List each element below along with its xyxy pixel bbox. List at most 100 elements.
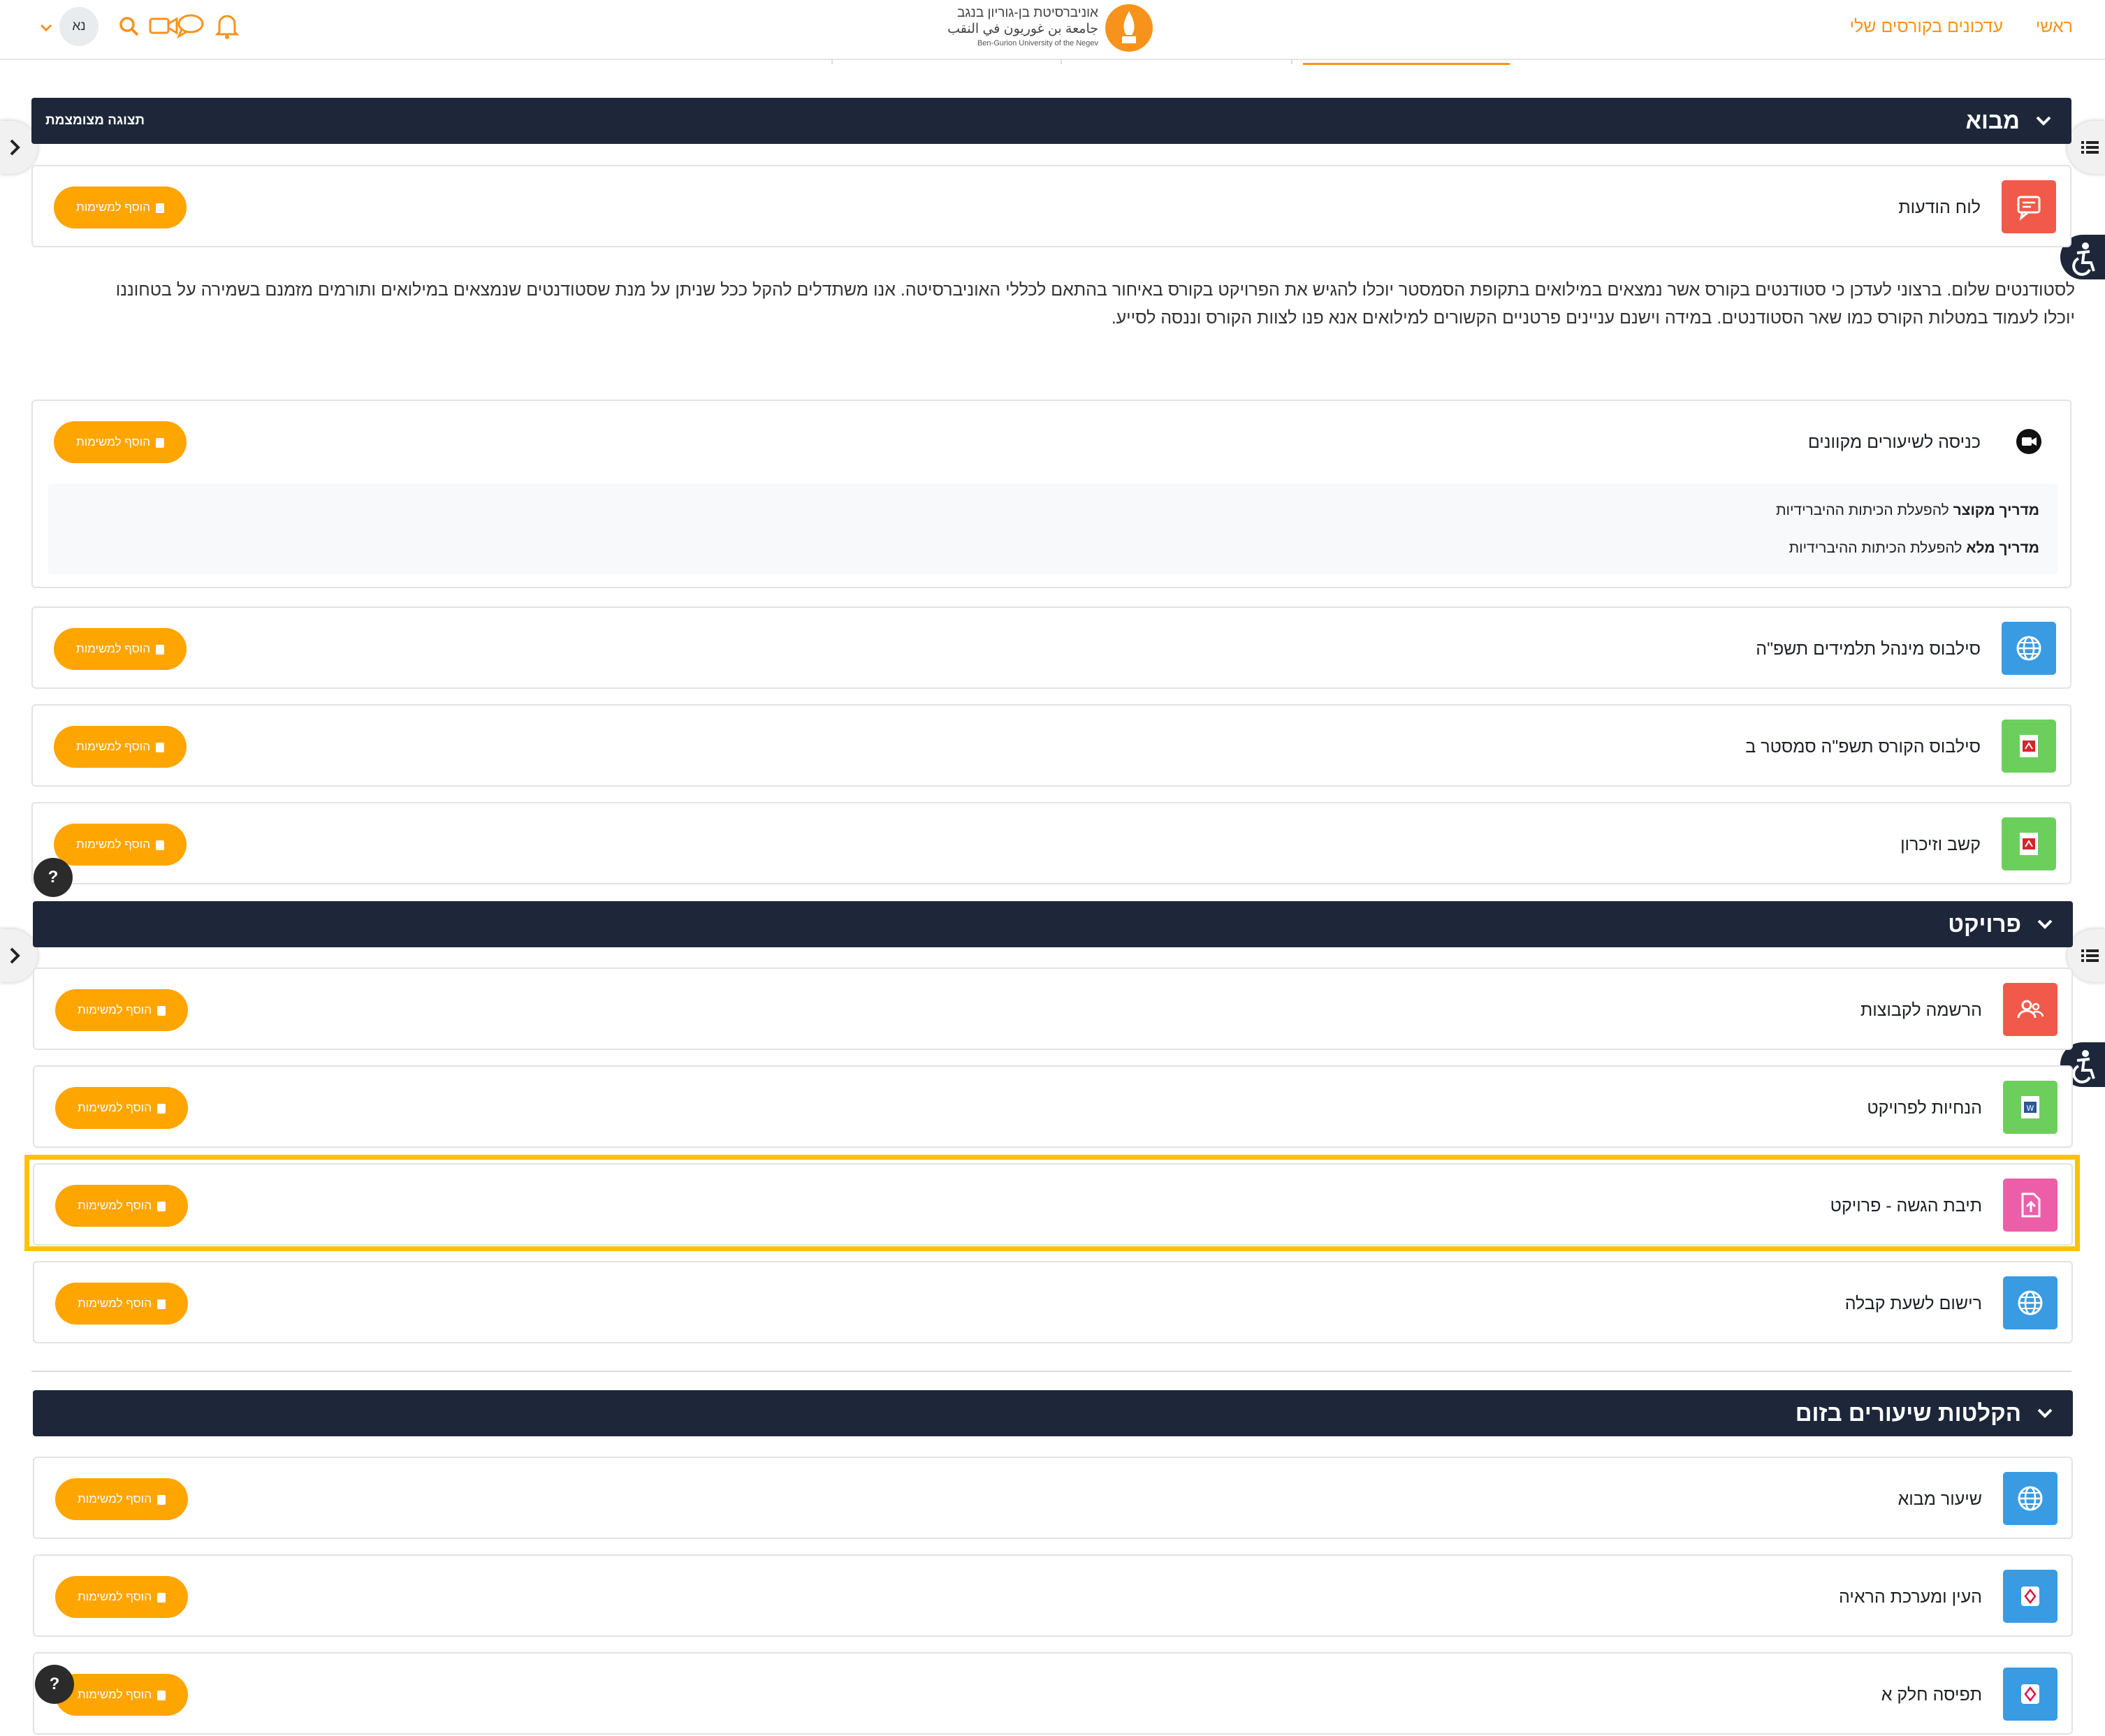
collapsed-view-toggle[interactable]: תצוגה מצומצמת [45, 98, 145, 144]
add-to-tasks-button[interactable]: הוסף למשימות [54, 421, 187, 463]
activity-card: העין ומערכת הראיה הוסף למשימות [33, 1554, 2073, 1637]
activity-card: כניסה לשיעורים מקוונים הוסף למשימות מדרי… [31, 400, 2071, 588]
book-icon [157, 1005, 166, 1016]
chevron-down-icon[interactable] [2034, 111, 2053, 134]
activity-link[interactable]: קשב וזיכרון [1900, 803, 1981, 886]
tab-separator [1291, 59, 1292, 64]
video-icon[interactable] [148, 13, 179, 43]
activity-link[interactable]: הנחיות לפרויקט [1867, 1067, 1982, 1149]
add-to-tasks-button[interactable]: הוסף למשימות [54, 824, 187, 866]
add-to-tasks-label: הוסף למשימות [76, 838, 150, 851]
chevron-down-icon[interactable] [2035, 1403, 2055, 1427]
chevron-down-icon[interactable] [2035, 914, 2055, 938]
activity-card: לוח הודעות הוסף למשימות [31, 165, 2071, 247]
highlight-frame [24, 1155, 2080, 1251]
activity-card: סילבוס מינהל תלמידים תשפ"ה הוסף למשימות [31, 606, 2071, 689]
add-to-tasks-button[interactable]: הוסף למשימות [55, 1674, 188, 1716]
nav-my-courses-updates-link[interactable]: עדכונים בקורסים שלי [1850, 17, 2003, 37]
add-to-tasks-label: הוסף למשימות [78, 1590, 152, 1603]
block-drawer-list-icon[interactable] [2067, 121, 2105, 174]
section-title: פרויקט [1948, 911, 2021, 937]
activity-link[interactable]: סילבוס הקורס תשפ"ה סמסטר ב [1745, 706, 1981, 788]
add-to-tasks-button[interactable]: הוסף למשימות [55, 1087, 188, 1129]
guide-link[interactable]: מדריך מקוצר להפעלת הכיתות ההיברידיות [1776, 502, 2039, 519]
activity-card: סילבוס הקורס תשפ"ה סמסטר ב הוסף למשימות [31, 704, 2071, 787]
logo-text-arabic: جامعة بن غوريون في النقب [947, 22, 1098, 36]
tab-separator [1061, 59, 1062, 64]
book-icon [157, 1690, 166, 1700]
activity-link[interactable]: רישום לשעת קבלה [1845, 1262, 1982, 1345]
add-to-tasks-label: הוסף למשימות [76, 200, 150, 214]
help-button[interactable]: ? [35, 1665, 74, 1704]
university-logo[interactable]: אוניברסיטת בן-גוריון בנגב جامعة بن غوريو… [943, 4, 1153, 52]
logo-text-hebrew: אוניברסיטת בן-גוריון בנגב [957, 6, 1098, 20]
pdf-icon [2002, 720, 2056, 773]
group-icon [2003, 983, 2057, 1036]
add-to-tasks-label: הוסף למשימות [78, 1688, 152, 1701]
add-to-tasks-label: הוסף למשימות [76, 740, 150, 753]
pdf-icon [2002, 817, 2056, 870]
word-doc-icon: W [2003, 1081, 2057, 1134]
book-icon [156, 840, 164, 850]
add-to-tasks-label: הוסף למשימות [78, 1492, 152, 1505]
add-to-tasks-button[interactable]: הוסף למשימות [55, 1283, 188, 1325]
book-icon [156, 203, 164, 213]
chat-icon[interactable] [176, 13, 204, 43]
chevron-down-icon[interactable] [39, 21, 53, 38]
book-icon [156, 437, 164, 448]
add-to-tasks-button[interactable]: הוסף למשימות [54, 726, 187, 768]
tab-separator [831, 59, 833, 64]
add-to-tasks-button[interactable]: הוסף למשימות [55, 1576, 188, 1618]
globe-icon [2003, 1472, 2057, 1525]
activity-card: שיעור מבוא הוסף למשימות [33, 1457, 2073, 1539]
search-icon[interactable] [117, 13, 141, 43]
book-icon [157, 1494, 166, 1505]
add-to-tasks-button[interactable]: הוסף למשימות [54, 187, 187, 228]
book-icon [157, 1592, 166, 1603]
add-to-tasks-label: הוסף למשימות [76, 435, 150, 448]
activity-card: קשב וזיכרון הוסף למשימות [31, 802, 2071, 884]
add-to-tasks-button[interactable]: הוסף למשימות [55, 1478, 188, 1520]
add-to-tasks-button[interactable]: הוסף למשימות [54, 628, 187, 670]
logo-text-english: Ben-Gurion University of the Negev [977, 39, 1098, 48]
course-index-toggle-left[interactable] [0, 929, 38, 982]
guide-link[interactable]: מדריך מלא להפעלת הכיתות ההיברידיות [1789, 540, 2039, 557]
section-header-intro[interactable]: מבוא תצוגה מצומצמת [31, 98, 2071, 144]
section-title: מבוא [1965, 108, 2020, 133]
activity-link[interactable]: כניסה לשיעורים מקוונים [1808, 401, 1981, 483]
add-to-tasks-label: הוסף למשימות [76, 642, 150, 655]
active-tab-indicator [1303, 63, 1510, 65]
svg-text:W: W [2027, 1104, 2034, 1113]
book-icon [156, 644, 164, 655]
book-icon [156, 742, 164, 752]
add-to-tasks-label: הוסף למשימות [78, 1297, 152, 1310]
activity-link[interactable]: לוח הודעות [1898, 166, 1981, 249]
add-to-tasks-label: הוסף למשימות [78, 1101, 152, 1114]
video-camera-icon [2002, 415, 2056, 468]
user-avatar[interactable]: נא [59, 7, 99, 46]
bell-icon[interactable] [214, 13, 240, 43]
block-drawer-list-icon[interactable] [2067, 929, 2105, 982]
h5p-icon [2003, 1570, 2057, 1623]
activity-card: W הנחיות לפרויקט הוסף למשימות [33, 1065, 2073, 1148]
globe-icon [2002, 622, 2056, 675]
add-to-tasks-button[interactable]: הוסף למשימות [55, 989, 188, 1031]
help-button[interactable]: ? [34, 858, 73, 897]
activity-link[interactable]: הרשמה לקבוצות [1860, 969, 1982, 1051]
activity-link[interactable]: שיעור מבוא [1898, 1458, 1982, 1540]
activity-card: רישום לשעת קבלה הוסף למשימות [33, 1261, 2073, 1343]
activity-link[interactable]: העין ומערכת הראיה [1839, 1556, 1982, 1638]
book-icon [157, 1103, 166, 1114]
section-description: לסטודנטים שלום. ברצוני לעדכן כי סטודנטים… [115, 280, 2075, 328]
book-icon [157, 1299, 166, 1309]
activity-link[interactable]: סילבוס מינהל תלמידים תשפ"ה [1756, 608, 1981, 690]
section-header-project[interactable]: פרויקט [33, 901, 2073, 947]
section-header-zoom-recordings[interactable]: הקלטות שיעורים בזום [33, 1390, 2073, 1436]
top-navbar: ראשי עדכונים בקורסים שלי אוניברסיטת בן-ג… [0, 0, 2105, 60]
h5p-icon [2003, 1668, 2057, 1721]
activity-link[interactable]: תפיסה חלק א [1881, 1654, 1982, 1736]
activity-card: תפיסה חלק א הוסף למשימות [33, 1652, 2073, 1735]
nav-home-link[interactable]: ראשי [2036, 17, 2073, 37]
activity-description: מדריך מקוצר להפעלת הכיתות ההיברידיות מדר… [48, 483, 2057, 574]
section-divider [31, 1371, 2071, 1372]
